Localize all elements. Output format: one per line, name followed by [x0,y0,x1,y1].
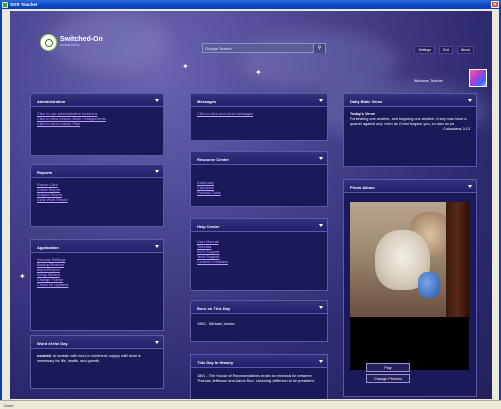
reports-panel: Reports Report Card Grade Report Subject… [30,164,164,227]
window-title: SOS Teacher [10,1,38,7]
logo: Switched-On SCHOOLHOUSE [40,34,110,51]
toy-figure [418,272,440,298]
chevron-down-icon[interactable] [468,99,472,102]
panel-header: Help Center [191,219,327,232]
word-of-day-panel: Word of the Day nourish: to sustain with… [30,335,164,389]
panel-title: Born on This Day [197,305,231,311]
chevron-down-icon[interactable] [319,306,323,309]
panel-title: Daily Bible Verse [350,98,383,104]
furniture-figure [446,202,469,317]
search-button[interactable]: ⚲ [313,44,325,53]
settings-link[interactable]: Settings [414,46,435,54]
periodic-table-link[interactable]: Periodic Table [197,191,321,196]
panel-title: Word of the Day [37,340,68,346]
status-bar: Done [0,400,501,409]
search-icon: ⚲ [317,45,322,51]
close-button[interactable]: ✕ [491,1,499,8]
content-feedback-link[interactable]: Content Feedback [197,260,321,265]
chevron-down-icon[interactable] [319,360,323,363]
panel-header: This Day In History [191,355,327,368]
chevron-down-icon[interactable] [155,170,159,173]
messages-panel: Messages Click to view and send messages [190,93,328,141]
panel-header: Photo Album [344,180,476,193]
bible-verse-panel: Daily Bible Verse Today's Verse Forbeari… [343,93,477,167]
dashboard-background: ✦ ✦ ✦ ✦ Switched-On SCHOOLHOUSE ⚲ Settin… [10,11,492,399]
chevron-down-icon[interactable] [155,99,159,102]
panel-header: Reports [31,165,163,178]
chevron-down-icon[interactable] [319,99,323,102]
verse-reference: Colossians 3:13 [442,127,470,131]
top-links: Settings Exit About [414,46,474,54]
search-box: ⚲ [202,43,326,53]
header: Switched-On SCHOOLHOUSE ⚲ Settings Exit … [30,33,474,55]
lesson-plan-link[interactable]: Click to view Lesson Plan [37,122,157,127]
sparkle-icon: ✦ [182,62,189,71]
word-definition: to sustain with food or nutriment; suppl… [37,354,141,363]
administration-panel: Administration Click to use administrati… [30,93,164,156]
panel-header: Application [31,240,163,253]
photo-frame [350,202,469,370]
panel-title: Help Center [197,223,220,229]
panel-title: Resource Center [197,156,230,162]
history-text: 1801 - The House of Representatives brok… [197,374,315,383]
status-text: Done [4,403,14,408]
panel-header: Administration [31,94,163,107]
chevron-down-icon[interactable] [319,157,323,160]
logo-name: Switched-On [60,36,103,43]
history-panel: This Day In History 1801 - The House of … [190,354,328,399]
chevron-down-icon[interactable] [468,185,472,188]
verse-text: Forbearing one another, and forgiving on… [350,117,467,126]
exit-link[interactable]: Exit [439,46,453,54]
chevron-down-icon[interactable] [155,245,159,248]
panel-header: Messages [191,94,327,107]
born-on-day-text: 1963 - Michael Jordan [197,322,235,326]
avatar[interactable] [469,69,487,87]
sparkle-icon: ✦ [19,272,26,281]
messages-link[interactable]: Click to view and send messages [197,112,321,117]
title-bar: SOS Teacher ✕ [0,0,501,9]
word: nourish [37,354,51,358]
panel-title: Application [37,244,59,250]
app-window: ✦ ✦ ✦ ✦ Switched-On SCHOOLHOUSE ⚲ Settin… [0,9,501,400]
panel-header: Word of the Day [31,336,163,349]
panel-header: Daily Bible Verse [344,94,476,107]
help-center-panel: Help Center User Manual Tutorials SOS Su… [190,218,328,291]
panel-header: Born on This Day [191,301,327,314]
chevron-down-icon[interactable] [319,224,323,227]
photo-album-panel: Photo Album Play Change Pictures [343,179,477,397]
daily-work-report-link[interactable]: Daily Work Report [37,198,157,203]
album-photo [350,202,469,317]
change-pictures-button[interactable]: Change Pictures [366,374,410,383]
panel-header: Resource Center [191,152,327,165]
play-button[interactable]: Play [366,363,410,372]
panel-title: Messages [197,98,217,104]
born-on-day-panel: Born on This Day 1963 - Michael Jordan [190,300,328,342]
logo-tagline: SCHOOLHOUSE [60,44,80,47]
about-link[interactable]: About [456,46,474,54]
panel-title: Photo Album [350,184,375,190]
app-icon [2,1,8,8]
application-panel: Application Security Settings Backup/Res… [30,239,164,331]
resource-center-panel: Resource Center Dictionary Calculator Pe… [190,151,328,207]
sparkle-icon: ✦ [255,68,262,77]
panel-title: Reports [37,169,53,175]
panel-title: Administration [37,98,66,104]
search-input[interactable] [205,45,305,52]
welcome-text: Welcome, Teacher [414,79,443,83]
panel-title: This Day In History [197,359,234,365]
logo-icon [40,34,57,51]
check-updates-link[interactable]: Check for Updates [37,283,157,288]
chevron-down-icon[interactable] [155,341,159,344]
